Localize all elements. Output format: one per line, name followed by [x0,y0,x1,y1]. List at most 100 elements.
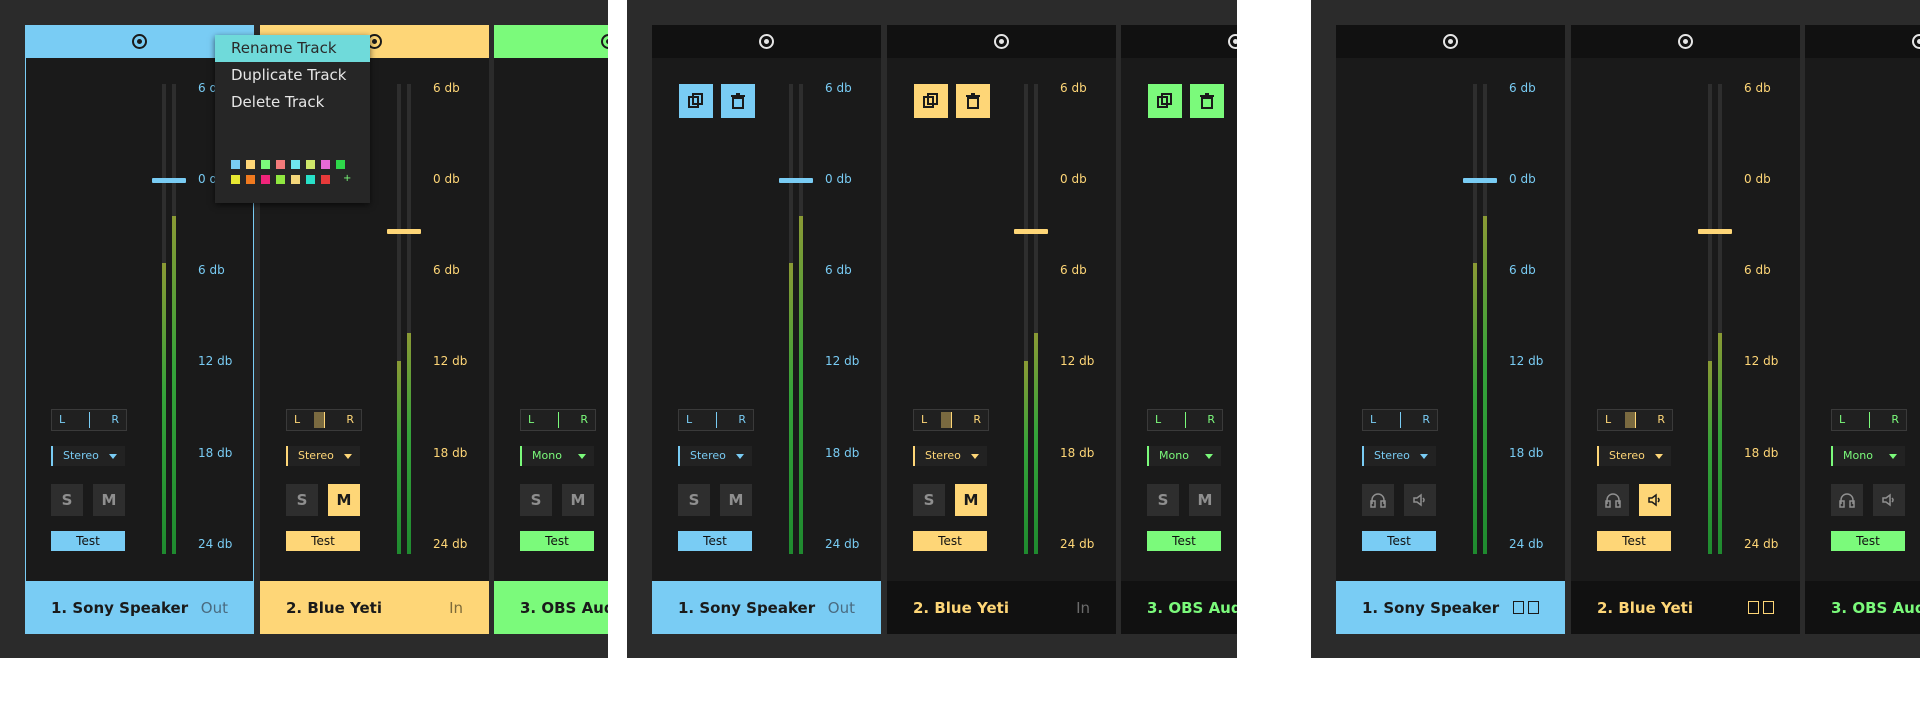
pan-control[interactable]: LR [1147,409,1223,431]
volume-fader-handle[interactable] [387,229,421,234]
color-swatch[interactable] [276,175,285,184]
record-arm-icon[interactable] [994,34,1009,49]
test-button[interactable]: Test [1147,531,1221,551]
record-arm-icon[interactable] [759,34,774,49]
test-button[interactable]: Test [51,531,125,551]
track-footer[interactable]: 2. Blue Yeti In [887,581,1116,634]
channel-mode-select[interactable]: Mono [1147,446,1221,466]
volume-fader-handle[interactable] [1014,229,1048,234]
track-header[interactable] [1571,25,1800,58]
channel-mode-select[interactable]: Mono [1831,446,1905,466]
track-header[interactable] [652,25,881,58]
duplicate-button[interactable] [914,84,948,118]
solo-button[interactable]: S [913,484,945,516]
add-color-button[interactable]: + [343,173,351,184]
track-strip-1[interactable]: 6 db 0 db 6 db 12 db 18 db 24 db LR Ster… [1336,25,1565,634]
track-header[interactable] [1805,25,1920,58]
trash-icon[interactable] [1763,601,1774,614]
delete-button[interactable] [1190,84,1224,118]
track-header[interactable] [887,25,1116,58]
track-footer[interactable]: 1. Sony Speaker Out [652,581,881,634]
color-swatch[interactable] [291,160,300,169]
track-strip-3[interactable]: LR Mono S M Test 3. OBS Audi [494,25,608,634]
track-footer[interactable]: 3. OBS Audi [1121,581,1237,634]
channel-mode-select[interactable]: Stereo [51,446,125,466]
track-footer[interactable]: 3. OBS Audi [1805,581,1920,634]
headphones-button[interactable] [1362,484,1394,516]
delete-button[interactable] [956,84,990,118]
color-swatch[interactable] [261,175,270,184]
test-button[interactable]: Test [1831,531,1905,551]
record-arm-icon[interactable] [1228,34,1237,49]
headphones-button[interactable] [1831,484,1863,516]
track-header[interactable] [1121,25,1237,58]
track-strip-3[interactable]: LR Mono S M Test 3. OBS Audi [1121,25,1237,634]
color-swatch[interactable] [231,175,240,184]
solo-button[interactable]: S [678,484,710,516]
color-swatch[interactable] [306,175,315,184]
record-arm-icon[interactable] [132,34,147,49]
volume-fader-handle[interactable] [1463,178,1497,183]
solo-button[interactable]: S [520,484,552,516]
channel-mode-select[interactable]: Stereo [678,446,752,466]
track-footer[interactable]: 3. OBS Audi [494,581,608,634]
test-button[interactable]: Test [286,531,360,551]
headphones-button[interactable] [1597,484,1629,516]
pan-control[interactable]: LR [913,409,989,431]
color-swatch[interactable] [321,175,330,184]
track-footer[interactable]: 1. Sony Speaker [1336,581,1565,634]
color-swatch[interactable] [321,160,330,169]
color-swatch[interactable] [276,160,285,169]
color-swatch[interactable] [306,160,315,169]
test-button[interactable]: Test [1597,531,1671,551]
pan-control[interactable]: LR [1597,409,1673,431]
record-arm-icon[interactable] [1912,34,1920,49]
color-swatch[interactable] [336,160,345,169]
color-swatch[interactable] [246,175,255,184]
track-strip-1[interactable]: 6 db 0 db 6 db 12 db 18 db 24 db LR Ster… [652,25,881,634]
speaker-button[interactable] [1404,484,1436,516]
pan-control[interactable]: LR [1831,409,1907,431]
volume-fader-handle[interactable] [1698,229,1732,234]
speaker-button[interactable] [1639,484,1671,516]
channel-mode-select[interactable]: Stereo [1597,446,1671,466]
mute-button[interactable]: M [1189,484,1221,516]
pan-control[interactable]: LR [51,409,127,431]
track-footer[interactable]: 2. Blue Yeti [1571,581,1800,634]
solo-button[interactable]: S [286,484,318,516]
menu-item-duplicate-track[interactable]: Duplicate Track [215,62,370,89]
color-swatch[interactable] [231,160,240,169]
channel-mode-select[interactable]: Mono [520,446,594,466]
record-arm-icon[interactable] [1678,34,1693,49]
menu-item-rename-track[interactable]: Rename Track [215,35,370,62]
solo-button[interactable]: S [51,484,83,516]
color-swatch[interactable] [246,160,255,169]
track-header[interactable] [1336,25,1565,58]
volume-fader-handle[interactable] [152,178,186,183]
duplicate-button[interactable] [1148,84,1182,118]
color-swatch[interactable] [261,160,270,169]
channel-mode-select[interactable]: Stereo [1362,446,1436,466]
track-strip-2[interactable]: 6 db 0 db 6 db 12 db 18 db 24 db LR Ster… [1571,25,1800,634]
duplicate-button[interactable] [679,84,713,118]
track-footer[interactable]: 1. Sony Speaker Out [25,581,254,634]
channel-mode-select[interactable]: Stereo [286,446,360,466]
track-strip-3[interactable]: LR Mono Test 3. OBS Audi [1805,25,1920,634]
menu-item-delete-track[interactable]: Delete Track [215,89,370,116]
pan-control[interactable]: LR [286,409,362,431]
track-footer[interactable]: 2. Blue Yeti In [260,581,489,634]
mute-button[interactable]: M [955,484,987,516]
test-button[interactable]: Test [678,531,752,551]
mute-button[interactable]: M [328,484,360,516]
trash-icon[interactable] [1528,601,1539,614]
delete-button[interactable] [721,84,755,118]
record-arm-icon[interactable] [1443,34,1458,49]
record-arm-icon[interactable] [601,34,608,49]
color-swatch[interactable] [291,175,300,184]
volume-fader-handle[interactable] [779,178,813,183]
track-strip-2[interactable]: 6 db 0 db 6 db 12 db 18 db 24 db LR Ster… [887,25,1116,634]
duplicate-icon[interactable] [1748,601,1759,614]
test-button[interactable]: Test [520,531,594,551]
test-button[interactable]: Test [1362,531,1436,551]
mute-button[interactable]: M [720,484,752,516]
